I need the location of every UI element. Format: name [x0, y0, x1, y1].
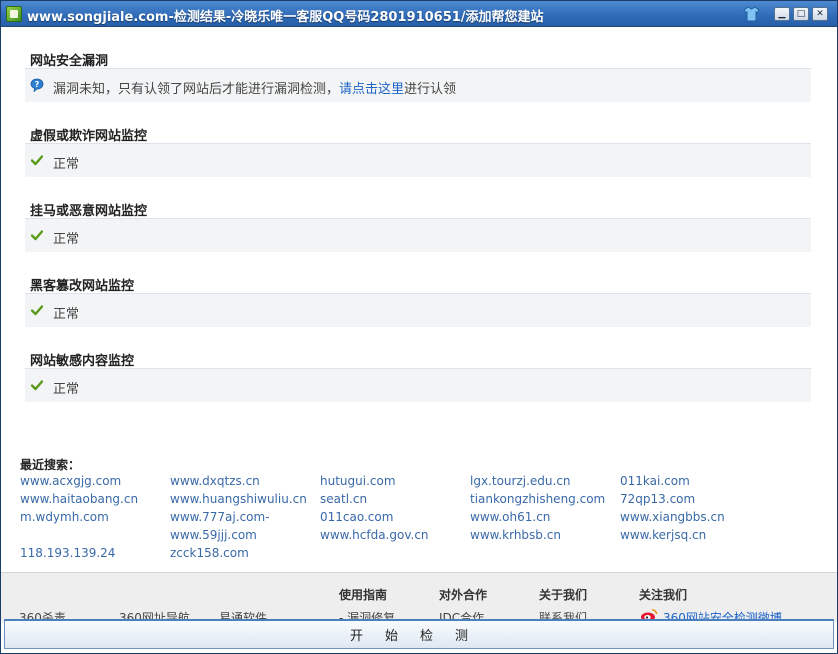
results-panel: 网站安全漏洞 ? 漏洞未知，只有认领了网站后才能进行漏洞检测，请点击这里进行认领… [1, 27, 837, 572]
section-status-row: 正常 [25, 143, 811, 177]
recent-link[interactable]: www.kerjsq.cn [620, 528, 706, 542]
check-icon [31, 380, 43, 391]
status-text: 正常 [53, 157, 80, 172]
question-icon: ? [30, 78, 44, 92]
start-check-button[interactable]: 开始检测 [5, 625, 835, 644]
section-title: 网站敏感内容监控 [30, 354, 135, 369]
recent-link[interactable]: hutugui.com [320, 474, 396, 488]
status-text-before: 漏洞未知，只有认领了网站后才能进行漏洞检测， [53, 82, 340, 97]
check-icon [31, 155, 43, 166]
section-status-row: 正常 [25, 293, 811, 327]
skin-shirt-icon[interactable] [743, 5, 760, 23]
recent-link[interactable]: www.acxgjg.com [20, 474, 121, 488]
section-title: 挂马或恶意网站监控 [30, 204, 148, 219]
maximize-button[interactable]: □ [793, 7, 809, 21]
recent-link[interactable]: zcck158.com [170, 546, 249, 560]
svg-text:?: ? [35, 80, 40, 89]
recent-link[interactable]: 011kai.com [620, 474, 690, 488]
recent-link[interactable]: 72qp13.com [620, 492, 695, 506]
section-status-row: 正常 [25, 368, 811, 402]
status-text: 正常 [53, 232, 80, 247]
recent-link[interactable]: lgx.tourzj.edu.cn [470, 474, 571, 488]
footer-heading: 使用指南 [339, 588, 388, 602]
section-status-row: 正常 [25, 218, 811, 252]
recent-link[interactable]: m.wdymh.com [20, 510, 109, 524]
recent-link[interactable]: www.oh61.cn [470, 510, 550, 524]
footer: 使用指南 对外合作 关于我们 关注我们 360杀毒 360网址导航 易通软件 -… [1, 572, 837, 622]
vulnerability-status-text: 漏洞未知，只有认领了网站后才能进行漏洞检测，请点击这里进行认领 [53, 78, 456, 97]
recent-searches-label: 最近搜索： [20, 458, 81, 472]
status-text: 正常 [53, 307, 80, 322]
recent-link[interactable]: www.haitaobang.cn [20, 492, 138, 506]
footer-heading: 关于我们 [539, 588, 588, 602]
section-title: 黑客篡改网站监控 [30, 279, 135, 294]
check-icon [31, 305, 43, 316]
recent-link[interactable]: seatl.cn [320, 492, 367, 506]
recent-link[interactable]: www.xiangbbs.cn [620, 510, 725, 524]
footer-heading: 对外合作 [439, 588, 488, 602]
recent-link[interactable]: tiankongzhisheng.com [470, 492, 605, 506]
recent-link[interactable]: www.dxqtzs.cn [170, 474, 260, 488]
claim-site-link[interactable]: 请点击这里 [339, 82, 404, 97]
start-bar: 开始检测 [4, 619, 834, 649]
section-title: 网站安全漏洞 [30, 54, 109, 69]
footer-heading: 关注我们 [639, 588, 688, 602]
recent-link[interactable]: www.hcfda.gov.cn [320, 528, 429, 542]
app-window: www.songjiale.com-检测结果-冷晓乐唯一客服QQ号码280191… [0, 0, 838, 654]
section-status-row: ? 漏洞未知，只有认领了网站后才能进行漏洞检测，请点击这里进行认领 [25, 68, 811, 102]
recent-link[interactable]: 118.193.139.24 [20, 546, 115, 560]
minimize-button[interactable]: ▁ [774, 7, 790, 21]
app-icon [6, 6, 22, 22]
status-text-after: 进行认领 [404, 82, 457, 97]
check-icon [31, 230, 43, 241]
window-title: www.songjiale.com-检测结果-冷晓乐唯一客服QQ号码280191… [27, 10, 544, 25]
recent-link[interactable]: www.59jjj.com [170, 528, 257, 542]
status-text: 正常 [53, 382, 80, 397]
section-title: 虚假或欺诈网站监控 [30, 129, 148, 144]
title-bar[interactable]: www.songjiale.com-检测结果-冷晓乐唯一客服QQ号码280191… [1, 1, 837, 27]
recent-link[interactable]: www.huangshiwuliu.cn [170, 492, 307, 506]
recent-link[interactable]: www.krhbsb.cn [470, 528, 561, 542]
recent-link[interactable]: 011cao.com [320, 510, 393, 524]
close-button[interactable]: ✕ [812, 7, 828, 21]
recent-link[interactable]: www.777aj.com- [170, 510, 270, 524]
